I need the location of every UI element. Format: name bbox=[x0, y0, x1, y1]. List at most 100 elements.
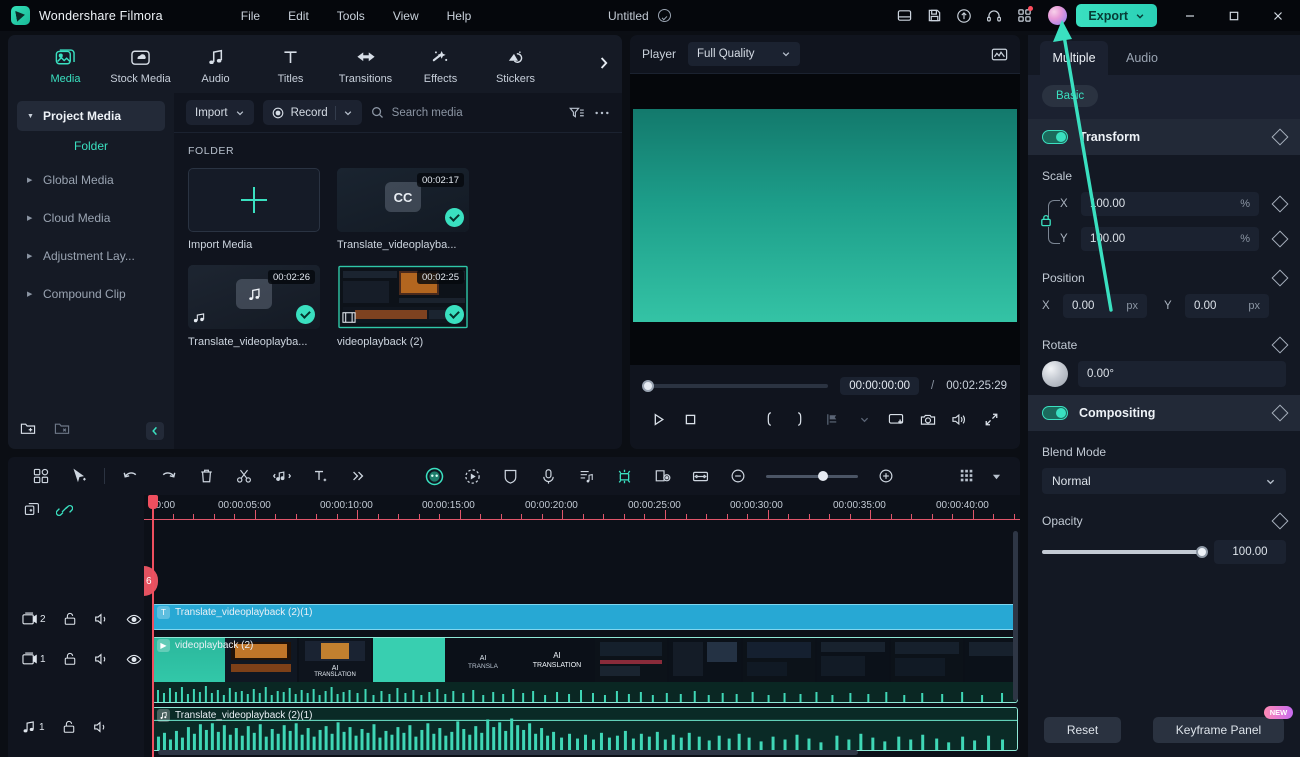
markers-button[interactable] bbox=[816, 406, 848, 432]
opacity-input[interactable]: 100.00 bbox=[1214, 540, 1286, 564]
tool-tabs-more-icon[interactable] bbox=[598, 55, 610, 71]
user-avatar[interactable] bbox=[1048, 6, 1068, 25]
scale-y-input[interactable]: 100.00 % bbox=[1081, 227, 1259, 251]
timeline-clip-text[interactable]: T Translate_videoplayback (2)(1) bbox=[152, 604, 1018, 630]
tab-audio[interactable]: Audio bbox=[178, 43, 253, 85]
tab-stickers[interactable]: Stickers bbox=[478, 43, 553, 85]
timeline-vertical-scrollbar[interactable] bbox=[1013, 531, 1018, 701]
beat-detect-icon[interactable] bbox=[567, 461, 605, 491]
render-preview-icon[interactable] bbox=[948, 461, 986, 491]
playhead[interactable] bbox=[148, 495, 158, 757]
search-input[interactable] bbox=[391, 106, 542, 119]
more-chevrons-icon[interactable] bbox=[339, 461, 377, 491]
menu-file[interactable]: File bbox=[227, 5, 274, 27]
audio-detach-icon[interactable] bbox=[263, 461, 301, 491]
mark-in-button[interactable] bbox=[753, 406, 785, 432]
expand-button[interactable] bbox=[975, 406, 1007, 432]
redo-icon[interactable] bbox=[149, 461, 187, 491]
ai-mask-icon[interactable] bbox=[415, 461, 453, 491]
position-keyframe-icon[interactable] bbox=[1271, 269, 1289, 287]
media-cell-caption[interactable]: CC 00:02:17 Translate_videoplayba... bbox=[337, 168, 469, 251]
opacity-slider-handle[interactable] bbox=[1196, 546, 1208, 558]
reset-button[interactable]: Reset bbox=[1043, 716, 1122, 743]
eye-icon[interactable] bbox=[126, 613, 142, 626]
add-text-icon[interactable] bbox=[301, 461, 339, 491]
timeline-clip-video[interactable]: AI TRANSLATION AI TRANSLA AI TRANSLATION bbox=[152, 637, 1018, 703]
scale-x-input[interactable]: 100.00 % bbox=[1081, 192, 1259, 216]
zoom-out-icon[interactable] bbox=[719, 461, 757, 491]
minimize-button[interactable] bbox=[1168, 0, 1212, 31]
fit-timeline-icon[interactable] bbox=[681, 461, 719, 491]
maximize-button[interactable] bbox=[1212, 0, 1256, 31]
lock-icon[interactable] bbox=[63, 652, 77, 666]
mute-icon[interactable] bbox=[94, 612, 109, 626]
green-screen-icon[interactable] bbox=[605, 461, 643, 491]
markers-dropdown-icon[interactable] bbox=[848, 406, 880, 432]
sidebar-item-global-media[interactable]: ▶ Global Media bbox=[17, 165, 165, 195]
playhead-handle[interactable] bbox=[148, 495, 158, 509]
auto-reframe-icon[interactable] bbox=[453, 461, 491, 491]
seek-handle[interactable] bbox=[642, 380, 654, 392]
tab-stock-media[interactable]: Stock Media bbox=[103, 43, 178, 85]
video-stage[interactable] bbox=[630, 74, 1020, 365]
collapse-sidebar-icon[interactable] bbox=[146, 422, 164, 440]
tab-transitions[interactable]: Transitions bbox=[328, 43, 403, 85]
voiceover-mic-icon[interactable] bbox=[529, 461, 567, 491]
media-thumb[interactable]: CC 00:02:17 bbox=[337, 168, 469, 232]
scale-x-keyframe-icon[interactable] bbox=[1271, 195, 1289, 213]
quality-select[interactable]: Full Quality bbox=[688, 42, 800, 66]
new-folder-icon[interactable] bbox=[20, 421, 36, 436]
sidebar-item-adjustment-layer[interactable]: ▶ Adjustment Lay... bbox=[17, 241, 165, 271]
select-cursor-icon[interactable] bbox=[60, 461, 98, 491]
eye-icon[interactable] bbox=[126, 653, 142, 666]
rotate-input[interactable]: 0.00° bbox=[1078, 361, 1286, 387]
render-dropdown-icon[interactable] bbox=[986, 461, 1006, 491]
transform-keyframe-icon[interactable] bbox=[1271, 128, 1289, 146]
opacity-slider[interactable] bbox=[1042, 546, 1208, 558]
scale-y-keyframe-icon[interactable] bbox=[1271, 230, 1289, 248]
lock-icon[interactable] bbox=[62, 720, 76, 734]
seek-slider[interactable] bbox=[642, 380, 829, 392]
undo-icon[interactable] bbox=[111, 461, 149, 491]
lock-icon[interactable] bbox=[63, 612, 77, 626]
menu-view[interactable]: View bbox=[379, 5, 433, 27]
timeline-clip-audio[interactable]: Translate_videoplayback (2)(1) bbox=[152, 707, 1018, 751]
timeline-zoom-slider[interactable] bbox=[766, 471, 858, 481]
template-grid-icon[interactable] bbox=[22, 461, 60, 491]
media-thumb[interactable]: 00:02:26 bbox=[188, 265, 320, 329]
delete-icon[interactable] bbox=[187, 461, 225, 491]
display-output-button[interactable] bbox=[880, 406, 912, 432]
apps-grid-icon[interactable] bbox=[1009, 0, 1039, 31]
link-clips-icon[interactable] bbox=[56, 503, 73, 518]
compositing-keyframe-icon[interactable] bbox=[1271, 404, 1289, 422]
media-cell-video[interactable]: 00:02:25 videoplayback (2) bbox=[337, 265, 469, 348]
tab-titles[interactable]: Titles bbox=[253, 43, 328, 85]
import-button[interactable]: Import bbox=[186, 100, 254, 125]
mute-icon[interactable] bbox=[93, 720, 108, 734]
current-timecode[interactable]: 00:00:00:00 bbox=[840, 377, 920, 395]
mark-out-button[interactable] bbox=[785, 406, 817, 432]
menu-tools[interactable]: Tools bbox=[323, 5, 379, 27]
timeline-ruler[interactable]: 00:00 00:00:05:00 00:00:10:00 00:00:15:0… bbox=[144, 495, 1020, 523]
play-button[interactable] bbox=[643, 406, 675, 432]
chip-basic[interactable]: Basic bbox=[1042, 85, 1099, 107]
media-cell-import[interactable]: Import Media bbox=[188, 168, 320, 251]
tab-media[interactable]: Media bbox=[28, 43, 103, 85]
record-button[interactable]: Record bbox=[262, 100, 362, 125]
shield-icon[interactable] bbox=[491, 461, 529, 491]
tab-multiple[interactable]: Multiple bbox=[1040, 41, 1108, 75]
menu-edit[interactable]: Edit bbox=[274, 5, 323, 27]
position-y-input[interactable]: 0.00 px bbox=[1185, 294, 1269, 318]
split-scissors-icon[interactable] bbox=[225, 461, 263, 491]
delete-folder-icon[interactable] bbox=[54, 421, 70, 436]
waveform-scope-icon[interactable] bbox=[991, 47, 1008, 62]
rotate-keyframe-icon[interactable] bbox=[1271, 336, 1289, 354]
record-screen-icon[interactable] bbox=[643, 461, 681, 491]
compositing-toggle[interactable] bbox=[1042, 406, 1068, 420]
filter-sort-icon[interactable] bbox=[569, 106, 585, 120]
position-x-input[interactable]: 0.00 px bbox=[1063, 294, 1147, 318]
cloud-upload-icon[interactable] bbox=[949, 0, 979, 31]
menu-help[interactable]: Help bbox=[433, 5, 486, 27]
transform-toggle[interactable] bbox=[1042, 130, 1068, 144]
import-media-thumb[interactable] bbox=[188, 168, 320, 232]
